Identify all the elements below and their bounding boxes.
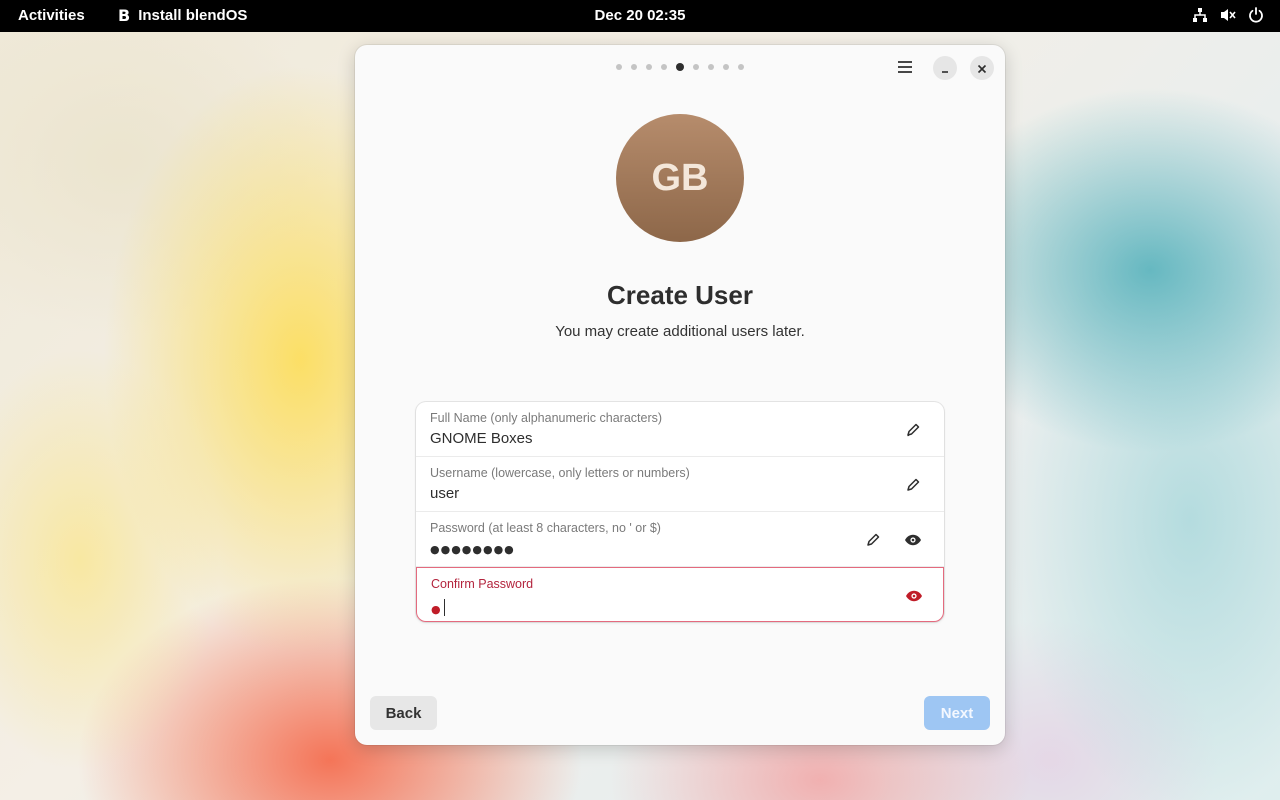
confirm-password-label: Confirm Password <box>431 577 534 591</box>
page-title: Create User <box>607 280 753 310</box>
username-row[interactable]: Username (lowercase, only letters or num… <box>416 457 944 512</box>
next-button[interactable]: Next <box>924 696 990 730</box>
show-password-eye-icon[interactable] <box>903 585 925 607</box>
power-icon[interactable] <box>1248 7 1264 23</box>
page-dot <box>738 64 744 70</box>
app-menu[interactable]: B Install blendOS <box>118 7 247 24</box>
page-dot <box>646 64 652 70</box>
hamburger-icon <box>897 59 913 78</box>
blendos-logo-icon: B <box>118 6 131 25</box>
confirm-password-input[interactable]: ● <box>431 599 445 616</box>
activities-button[interactable]: Activities <box>18 7 85 24</box>
avatar: GB <box>616 114 744 242</box>
password-input[interactable]: ●●●●●●●● <box>430 543 515 556</box>
username-input[interactable]: user <box>430 485 459 502</box>
page-dot <box>693 64 699 70</box>
page-subtitle: You may create additional users later. <box>555 323 805 340</box>
app-menu-label: Install blendOS <box>138 7 248 24</box>
minimize-icon <box>940 59 950 78</box>
page-dot-active <box>676 63 684 71</box>
page-dot <box>661 64 667 70</box>
username-label: Username (lowercase, only letters or num… <box>430 466 690 480</box>
full-name-input[interactable]: GNOME Boxes <box>430 430 533 447</box>
close-icon <box>977 59 987 78</box>
page-dot <box>723 64 729 70</box>
show-password-eye-icon[interactable] <box>902 529 924 551</box>
system-tray[interactable] <box>1192 7 1264 23</box>
edit-pencil-icon[interactable] <box>862 529 884 551</box>
edit-pencil-icon[interactable] <box>902 474 924 496</box>
confirm-password-value: ● <box>431 603 442 616</box>
password-label: Password (at least 8 characters, no ' or… <box>430 521 661 535</box>
close-button[interactable] <box>970 56 994 80</box>
text-caret <box>443 599 445 616</box>
clock[interactable]: Dec 20 02:35 <box>595 7 686 24</box>
full-name-label: Full Name (only alphanumeric characters) <box>430 411 663 425</box>
minimize-button[interactable] <box>933 56 957 80</box>
network-icon[interactable] <box>1192 7 1208 23</box>
edit-pencil-icon[interactable] <box>902 419 924 441</box>
page-dot <box>616 64 622 70</box>
top-bar: Activities B Install blendOS Dec 20 02:3… <box>0 0 1280 32</box>
installer-window: GB Create User You may create additional… <box>355 45 1005 745</box>
user-form: Full Name (only alphanumeric characters)… <box>416 402 944 622</box>
volume-muted-icon[interactable] <box>1220 7 1236 23</box>
full-name-row[interactable]: Full Name (only alphanumeric characters)… <box>416 402 944 457</box>
confirm-password-row[interactable]: Confirm Password ● <box>416 567 944 622</box>
page-dot <box>708 64 714 70</box>
page-dot <box>631 64 637 70</box>
back-button[interactable]: Back <box>370 696 437 730</box>
password-row[interactable]: Password (at least 8 characters, no ' or… <box>416 512 944 567</box>
main-menu-button[interactable] <box>893 56 917 80</box>
